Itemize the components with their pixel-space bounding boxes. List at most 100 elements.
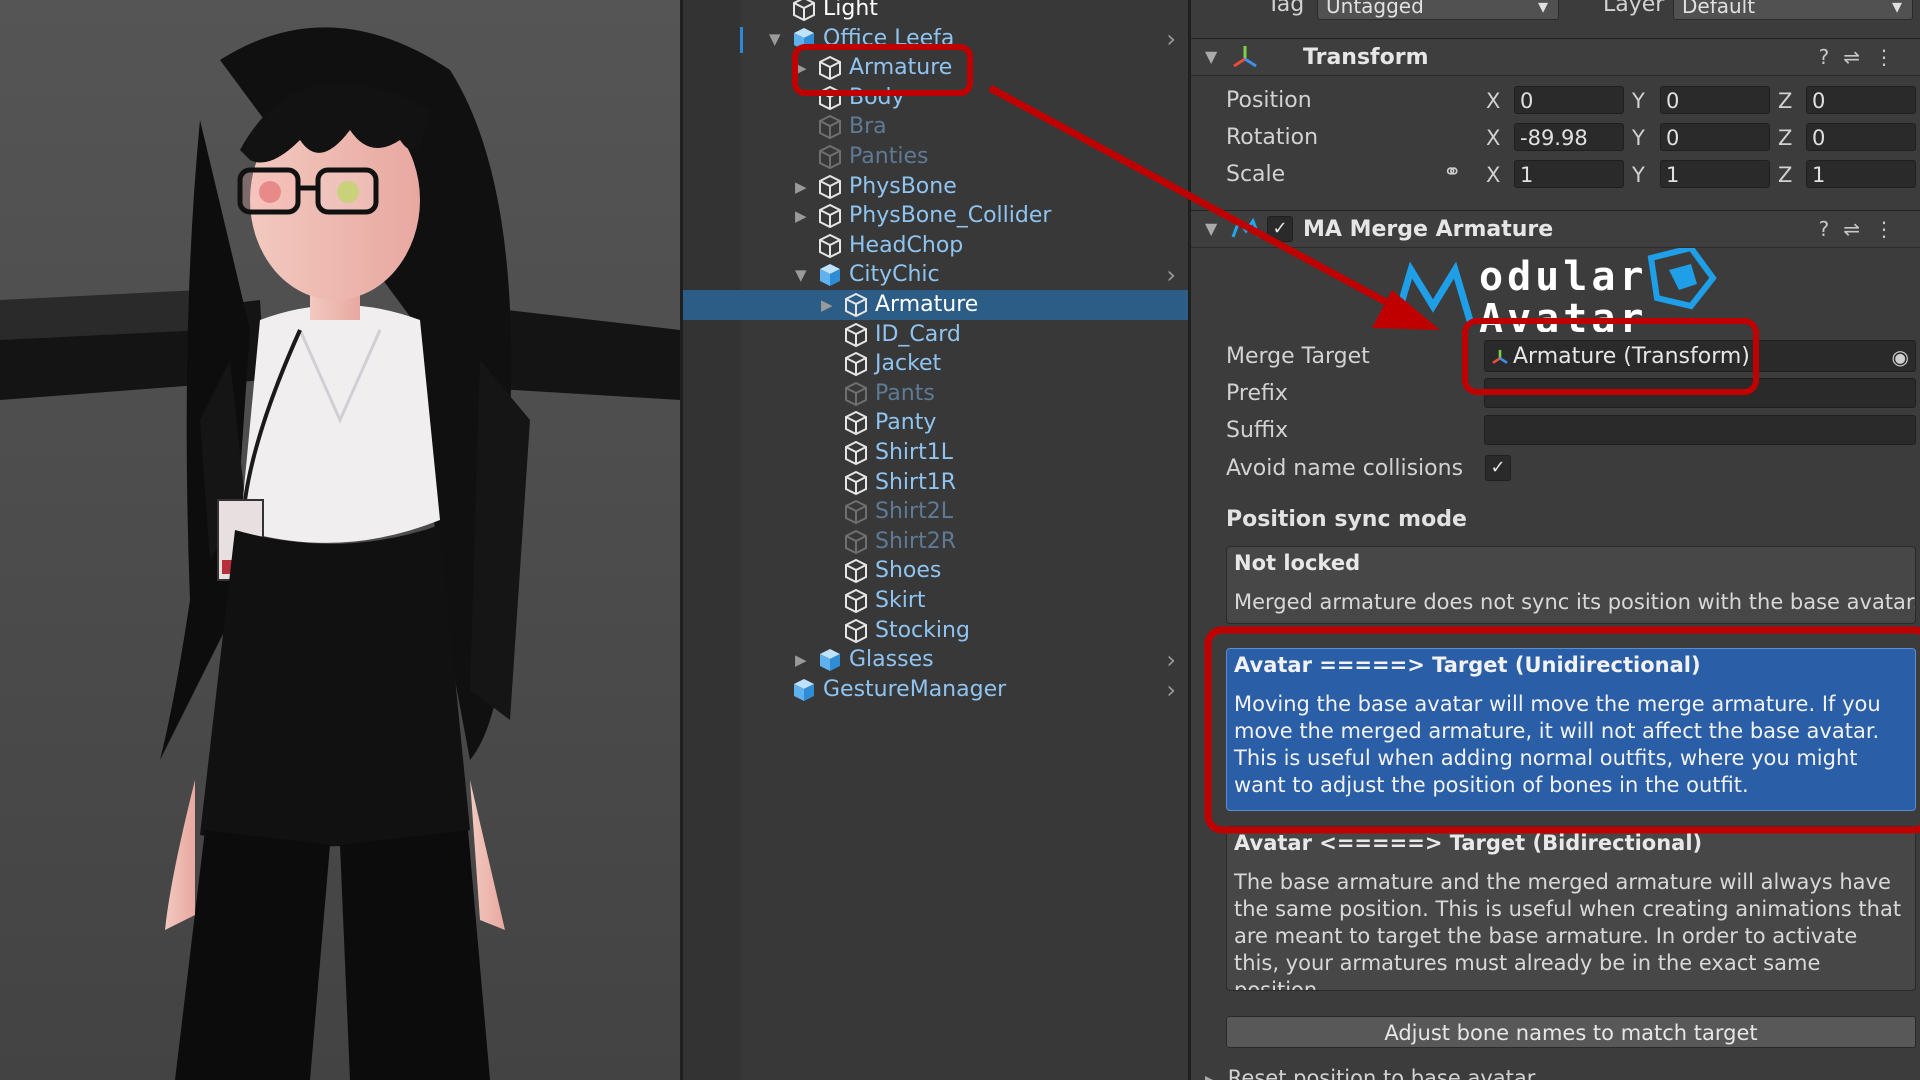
presets-icon[interactable]: ⇌ [1843,45,1874,69]
hierarchy-item[interactable]: Light [683,0,1188,24]
transform-title: Transform [1303,45,1429,70]
hierarchy-item[interactable]: Shirt1R [683,468,1188,498]
expand-down-icon[interactable]: ▼ [769,31,783,46]
chevron-right-icon[interactable]: › [1166,27,1176,51]
merge-armature-enabled-checkbox[interactable]: ✓ [1267,216,1293,242]
axis-y-label[interactable]: Y [1632,126,1645,150]
hierarchy-item[interactable]: ▶ PhysBone [683,172,1188,202]
position-x-field[interactable]: 0 [1514,86,1624,114]
kebab-menu-icon[interactable]: ⋮ [1874,217,1908,241]
hierarchy-item[interactable]: Bra [683,112,1188,142]
kebab-menu-icon[interactable]: ⋮ [1874,45,1908,69]
hierarchy-item[interactable]: Shirt1L [683,438,1188,468]
chevron-right-icon[interactable]: › [1166,263,1176,287]
prefab-icon [791,677,817,703]
axis-y-label[interactable]: Y [1632,163,1645,187]
sync-option-not-locked[interactable]: Not locked Merged armature does not sync… [1226,546,1916,624]
gameobject-icon [817,203,843,229]
component-tools[interactable]: ?⇌⋮ [1819,217,1908,241]
object-picker-icon[interactable]: ◉ [1892,341,1909,373]
hierarchy-item[interactable]: ▶ Glasses › [683,645,1188,675]
hierarchy-item-label: Shirt1R [875,469,956,495]
hierarchy-item[interactable]: ID_Card [683,320,1188,350]
position-z-field[interactable]: 0 [1806,86,1916,114]
tag-value: Untagged [1326,0,1424,18]
hierarchy-item-label: GestureManager [823,676,1007,702]
scale-z-field[interactable]: 1 [1806,160,1916,188]
hierarchy-item[interactable]: Panty [683,408,1188,438]
rotation-x-field[interactable]: -89.98 [1514,123,1624,151]
expand-right-icon[interactable]: ▶ [821,298,835,313]
presets-icon[interactable]: ⇌ [1843,217,1874,241]
link-icon[interactable]: ⚭ [1443,160,1461,185]
axis-x-label[interactable]: X [1486,163,1500,187]
hierarchy-item-label: Stocking [875,617,970,643]
chevron-right-icon[interactable]: › [1166,678,1176,702]
foldout-arrow-icon[interactable]: ▼ [1205,47,1217,66]
foldout-arrow-icon[interactable]: ▼ [1205,219,1217,238]
hierarchy-item[interactable]: ▶ PhysBone_Collider [683,201,1188,231]
hierarchy-item[interactable]: Body [683,83,1188,113]
hierarchy-item[interactable]: HeadChop [683,231,1188,261]
adjust-bone-names-button[interactable]: Adjust bone names to match target [1226,1016,1916,1048]
suffix-input[interactable] [1484,415,1916,445]
hierarchy-item[interactable]: Stocking [683,616,1188,646]
transform-header[interactable]: ▼ Transform ?⇌⋮ [1191,38,1920,76]
reset-position-foldout[interactable]: ▶ Reset position to base avatar [1205,1066,1535,1080]
hierarchy-item-label: Light [823,0,878,21]
help-icon[interactable]: ? [1819,217,1844,241]
hierarchy-item[interactable]: ▼ CityChic › [683,260,1188,290]
prefix-input[interactable] [1484,378,1916,408]
component-tools[interactable]: ?⇌⋮ [1819,45,1908,69]
rotation-y-field[interactable]: 0 [1660,123,1770,151]
hierarchy-item-label: HeadChop [849,232,964,258]
axis-z-label[interactable]: Z [1778,126,1792,150]
expand-right-icon[interactable]: ▶ [795,179,809,194]
tag-dropdown[interactable]: Untagged ▾ [1317,0,1559,20]
suffix-label: Suffix [1226,418,1289,443]
scene-view[interactable] [0,0,680,1080]
scale-y-field[interactable]: 1 [1660,160,1770,188]
hierarchy-item-label: Glasses [849,647,934,673]
hierarchy-item[interactable]: Shirt2R [683,527,1188,557]
axis-x-label[interactable]: X [1486,126,1500,150]
expand-right-icon[interactable]: ▶ [795,61,809,76]
axis-z-label[interactable]: Z [1778,89,1792,113]
expand-right-icon[interactable]: ▶ [795,653,809,668]
hierarchy-item[interactable]: Shoes [683,556,1188,586]
expand-down-icon[interactable]: ▼ [795,268,809,283]
sync-option-unidirectional[interactable]: Avatar =====> Target (Unidirectional) Mo… [1226,648,1916,811]
scale-x-field[interactable]: 1 [1514,160,1624,188]
hierarchy-item-label: ID_Card [875,321,961,347]
expand-right-icon[interactable]: ▶ [795,209,809,224]
rotation-label: Rotation [1226,125,1319,150]
hierarchy-item[interactable]: Pants [683,379,1188,409]
hierarchy-item-label: Shoes [875,558,942,584]
help-icon[interactable]: ? [1819,45,1844,69]
hierarchy-item[interactable]: Skirt [683,586,1188,616]
merge-armature-header[interactable]: ▼ ✓ MA Merge Armature ?⇌⋮ [1191,210,1920,248]
hierarchy-item[interactable]: Shirt2L [683,497,1188,527]
avoid-name-collisions-checkbox[interactable]: ✓ [1485,455,1511,481]
hierarchy-item[interactable]: Jacket [683,349,1188,379]
layer-dropdown[interactable]: Default ▾ [1673,0,1913,20]
axis-x-label[interactable]: X [1486,89,1500,113]
axis-z-label[interactable]: Z [1778,163,1792,187]
hierarchy-item[interactable]: Panties [683,142,1188,172]
merge-target-field[interactable]: Armature (Transform) ◉ [1484,340,1916,372]
rotation-z-field[interactable]: 0 [1806,123,1916,151]
chevron-right-icon[interactable]: › [1166,648,1176,672]
position-y-field[interactable]: 0 [1660,86,1770,114]
avoid-name-collisions-label: Avoid name collisions [1226,456,1464,481]
axis-y-label[interactable]: Y [1632,89,1645,113]
hierarchy-item[interactable]: ▶ Armature [683,290,1188,320]
hierarchy-item[interactable]: GestureManager › [683,675,1188,705]
transform-icon [1233,46,1257,68]
hierarchy-item[interactable]: ▶ Armature [683,53,1188,83]
hierarchy-item[interactable]: ▼ Office Leefa › [683,24,1188,54]
hierarchy-item-label: PhysBone_Collider [849,203,1052,229]
sync-option-bidirectional[interactable]: Avatar <=====> Target (Bidirectional) Th… [1226,826,1916,991]
avatar-model-image [0,0,680,1080]
scale-label: Scale [1226,162,1286,187]
hierarchy-item-label: Panty [875,410,937,436]
